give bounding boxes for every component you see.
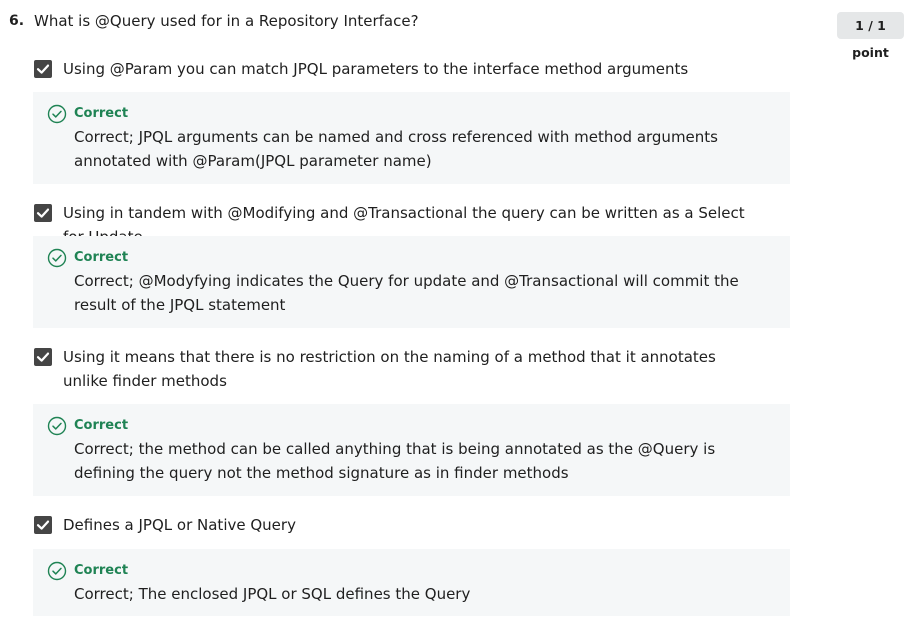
option-4-text: Defines a JPQL or Native Query [63, 516, 296, 534]
check-circle-icon [47, 561, 67, 581]
option-3-text: Using it means that there is no restrict… [63, 348, 716, 390]
feedback-label: Correct [74, 418, 129, 433]
option-4-feedback: Correct Correct; The enclosed JPQL or SQ… [33, 549, 790, 616]
checkbox-checked-icon [36, 520, 50, 530]
option-4-checkbox[interactable] [34, 516, 52, 534]
feedback-label: Correct [74, 563, 129, 578]
option-1-text: Using @Param you can match JPQL paramete… [63, 60, 689, 78]
feedback-text: Correct; The enclosed JPQL or SQL define… [74, 585, 471, 603]
option-2-checkbox[interactable] [34, 204, 52, 222]
feedback-text: Correct; the method can be called anythi… [74, 440, 716, 482]
question-text: What is @Query used for in a Repository … [34, 12, 419, 30]
feedback-text: Correct; JPQL arguments can be named and… [74, 128, 718, 170]
option-3-checkbox[interactable] [34, 348, 52, 366]
checkbox-checked-icon [36, 208, 50, 218]
option-1-feedback: Correct Correct; JPQL arguments can be n… [33, 92, 790, 184]
option-3-feedback: Correct Correct; the method can be calle… [33, 404, 790, 496]
check-circle-icon [47, 104, 67, 124]
checkbox-checked-icon [36, 352, 50, 362]
check-circle-icon [47, 248, 67, 268]
feedback-text: Correct; @Modyfying indicates the Query … [74, 272, 739, 314]
check-circle-icon [47, 416, 67, 436]
feedback-label: Correct [74, 250, 129, 265]
feedback-label: Correct [74, 106, 129, 121]
points-badge: 1 / 1 point [837, 12, 904, 60]
checkbox-checked-icon [36, 64, 50, 74]
option-1-checkbox[interactable] [34, 60, 52, 78]
option-2-feedback: Correct Correct; @Modyfying indicates th… [33, 236, 790, 328]
question-number: 6. [9, 13, 25, 29]
